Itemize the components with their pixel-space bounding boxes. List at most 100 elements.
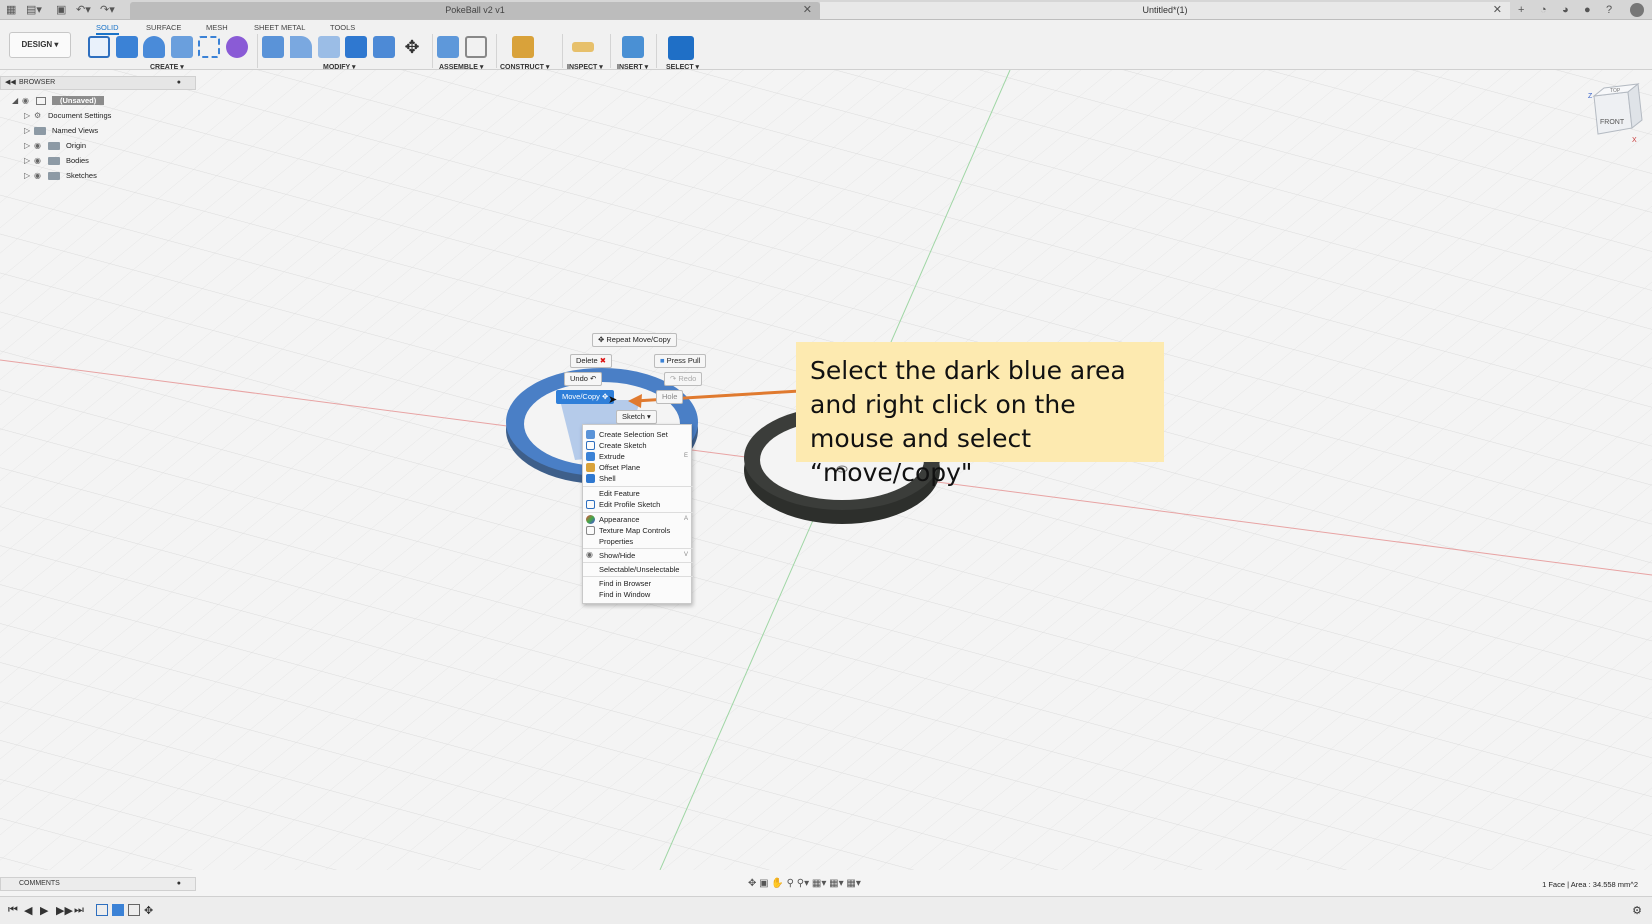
shell-icon[interactable]: [345, 36, 367, 58]
menu-item-selectable-unselectable[interactable]: Selectable/Unselectable: [599, 564, 679, 575]
undo-icon[interactable]: ↶▾: [76, 2, 91, 18]
tab-pokeball[interactable]: PokeBall v2 v1 ✕: [130, 2, 820, 19]
help-icon[interactable]: ?: [1606, 2, 1612, 18]
save-icon[interactable]: ▣: [56, 2, 66, 18]
tree-item-document-settings[interactable]: ▷ ⚙ Document Settings: [24, 109, 111, 123]
step-back-icon[interactable]: ◀: [24, 904, 32, 917]
menu-item-extrude[interactable]: Extrude: [599, 451, 625, 462]
new-component-icon[interactable]: [437, 36, 459, 58]
timeline-move-icon[interactable]: [128, 904, 140, 916]
menu-item-properties[interactable]: Properties: [599, 536, 633, 547]
expand-icon[interactable]: ▷: [24, 124, 34, 138]
redo-icon[interactable]: ↷▾: [100, 2, 115, 18]
new-tab-icon[interactable]: +: [1518, 2, 1524, 18]
move-copy-icon[interactable]: ✥: [401, 36, 423, 58]
zoom-icon[interactable]: ⚲: [787, 878, 794, 889]
menu-item-show-hide[interactable]: Show/Hide: [599, 550, 635, 561]
measure-icon[interactable]: [572, 42, 594, 52]
eye-icon[interactable]: ◉: [34, 154, 48, 168]
menu-item-find-in-window[interactable]: Find in Window: [599, 589, 650, 600]
timeline-extrude-icon[interactable]: [112, 904, 124, 916]
tab-untitled[interactable]: Untitled*(1) ✕: [820, 2, 1510, 19]
offset-plane-icon[interactable]: [512, 36, 534, 58]
look-at-icon[interactable]: ▣: [759, 878, 768, 889]
menu-item-find-in-browser[interactable]: Find in Browser: [599, 578, 651, 589]
comments-panel-header[interactable]: COMMENTS ●: [0, 877, 196, 891]
grid-settings-icon[interactable]: ▦▾: [829, 878, 843, 889]
revolve-icon[interactable]: [143, 36, 165, 58]
viewcube-front[interactable]: [1593, 91, 1633, 135]
viewports-icon[interactable]: ▦▾: [846, 878, 860, 889]
menu-item-edit-feature[interactable]: Edit Feature: [599, 488, 640, 499]
create-form-icon[interactable]: [226, 36, 248, 58]
pan-icon[interactable]: ✋: [771, 878, 783, 889]
fit-icon[interactable]: ⚲▾: [797, 878, 809, 889]
eye-icon[interactable]: ◉: [34, 139, 48, 153]
pin-icon[interactable]: ●: [177, 878, 181, 890]
joint-icon[interactable]: [465, 36, 487, 58]
close-icon[interactable]: ✕: [803, 2, 812, 19]
menu-item-create-sketch[interactable]: Create Sketch: [599, 440, 647, 451]
display-settings-icon[interactable]: ▦▾: [812, 878, 826, 889]
delete-button[interactable]: Delete ✖: [570, 354, 613, 368]
extrude-icon[interactable]: [116, 36, 138, 58]
app-grid-icon[interactable]: ▦: [6, 2, 16, 18]
step-forward-icon[interactable]: ▶▶: [56, 904, 73, 917]
menu-item-create-selection-set[interactable]: Create Selection Set: [599, 429, 668, 440]
tab-solid[interactable]: SOLID: [96, 23, 119, 35]
go-to-end-icon[interactable]: ⏭: [74, 904, 84, 917]
tab-sheet-metal[interactable]: SHEET METAL: [254, 23, 305, 32]
orbit-icon[interactable]: ✥: [748, 878, 756, 889]
menu-item-appearance[interactable]: Appearance: [599, 514, 639, 525]
hole-button[interactable]: Hole: [656, 390, 684, 404]
tab-mesh[interactable]: MESH: [206, 23, 228, 32]
tab-tools[interactable]: TOOLS: [330, 23, 355, 32]
pin-icon[interactable]: ●: [177, 77, 181, 89]
browser-panel-header[interactable]: ◀◀ BROWSER ●: [0, 76, 196, 90]
close-icon[interactable]: ✕: [1493, 2, 1502, 19]
tree-item-sketches[interactable]: ▷ ◉ Sketches: [24, 169, 97, 183]
loft-icon[interactable]: [198, 36, 220, 58]
expand-icon[interactable]: ▷: [24, 139, 34, 153]
expand-icon[interactable]: ▷: [24, 169, 34, 183]
eye-icon[interactable]: ◉: [34, 169, 48, 183]
menu-item-texture-map-controls[interactable]: Texture Map Controls: [599, 525, 670, 536]
job-status-icon[interactable]: ◕: [1562, 2, 1569, 18]
move-copy-button[interactable]: Move/Copy ✥: [556, 390, 615, 404]
select-icon[interactable]: [668, 36, 694, 60]
play-icon[interactable]: ▶: [40, 904, 48, 917]
undo-button[interactable]: Undo ↶: [564, 372, 603, 386]
file-icon[interactable]: ▤▾: [26, 2, 42, 18]
fillet-icon[interactable]: [290, 36, 312, 58]
menu-item-offset-plane[interactable]: Offset Plane: [599, 462, 640, 473]
redo-button[interactable]: ↷ Redo: [664, 372, 703, 386]
collapse-icon[interactable]: ◀◀: [5, 77, 16, 89]
combine-icon[interactable]: [373, 36, 395, 58]
sweep-icon[interactable]: [171, 36, 193, 58]
tab-surface[interactable]: SURFACE: [146, 23, 181, 32]
chamfer-icon[interactable]: [318, 36, 340, 58]
press-pull-button[interactable]: ■ Press Pull: [654, 354, 707, 368]
sketch-dropdown[interactable]: Sketch ▾: [616, 410, 657, 424]
menu-item-edit-profile-sketch[interactable]: Edit Profile Sketch: [599, 499, 660, 510]
tree-item-root[interactable]: ◢ ◉ (Unsaved): [12, 94, 105, 108]
press-pull-icon[interactable]: [262, 36, 284, 58]
workspace-switcher-button[interactable]: DESIGN ▾: [9, 32, 71, 58]
settings-gear-icon[interactable]: ⚙: [1632, 904, 1642, 917]
tree-item-bodies[interactable]: ▷ ◉ Bodies: [24, 154, 89, 168]
eye-icon[interactable]: ◉: [22, 94, 36, 108]
user-avatar-icon[interactable]: [1630, 3, 1644, 17]
create-sketch-icon[interactable]: [88, 36, 110, 58]
insert-image-icon[interactable]: [622, 36, 644, 58]
timeline-marker-icon[interactable]: ✥: [144, 904, 153, 917]
repeat-move-copy-button[interactable]: ✥ Repeat Move/Copy: [592, 333, 677, 347]
expand-icon[interactable]: ▷: [24, 154, 34, 168]
expand-icon[interactable]: ▷: [24, 109, 34, 123]
notifications-icon[interactable]: ●: [1584, 2, 1591, 18]
menu-item-shell[interactable]: Shell: [599, 473, 616, 484]
timeline-sketch-icon[interactable]: [96, 904, 108, 916]
extensions-icon[interactable]: ◔: [1540, 2, 1547, 18]
go-to-start-icon[interactable]: ⏮: [8, 904, 18, 917]
expand-icon[interactable]: ◢: [12, 94, 22, 108]
tree-item-named-views[interactable]: ▷ Named Views: [24, 124, 98, 138]
